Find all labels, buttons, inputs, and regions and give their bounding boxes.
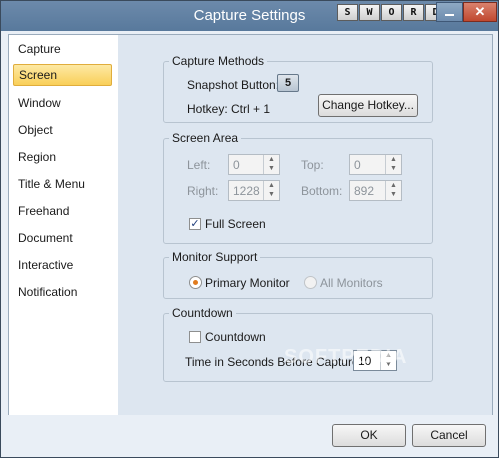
snapshot-key-button[interactable]: 5 xyxy=(277,74,299,92)
sidebar-item-title-menu[interactable]: Title & Menu xyxy=(13,173,112,195)
change-hotkey-button[interactable]: Change Hotkey... xyxy=(318,94,418,117)
ok-button[interactable]: OK xyxy=(332,424,406,447)
sword-button-s[interactable]: S xyxy=(337,4,358,21)
all-monitors-radio[interactable] xyxy=(304,276,317,289)
sidebar-item-interactive[interactable]: Interactive xyxy=(13,254,112,276)
right-value: 1228 xyxy=(233,184,260,198)
spin-up-icon[interactable]: ▲ xyxy=(264,181,279,190)
title-bar: Capture Settings S W O R D ✕ xyxy=(1,1,498,31)
spin-down-icon[interactable]: ▼ xyxy=(386,190,401,199)
sword-button-w[interactable]: W xyxy=(359,4,380,21)
top-label: Top: xyxy=(301,158,324,172)
top-spinbox[interactable]: 0 ▲ ▼ xyxy=(349,154,402,175)
countdown-checkbox[interactable] xyxy=(189,331,201,343)
sidebar-item-window[interactable]: Window xyxy=(13,92,112,114)
sidebar-item-notification[interactable]: Notification xyxy=(13,281,112,303)
sidebar-item-document[interactable]: Document xyxy=(13,227,112,249)
cancel-button-label: Cancel xyxy=(430,428,468,442)
left-spinbox[interactable]: 0 ▲ ▼ xyxy=(228,154,280,175)
capture-methods-title: Capture Methods xyxy=(169,54,268,68)
primary-monitor-radio[interactable] xyxy=(189,276,202,289)
all-monitors-label: All Monitors xyxy=(320,276,383,290)
dialog-footer: OK Cancel xyxy=(1,415,498,457)
close-icon: ✕ xyxy=(474,4,486,19)
right-label: Right: xyxy=(187,184,219,198)
screen-area-group: Screen Area Left: 0 ▲ ▼ Top: 0 ▲ ▼ Right: … xyxy=(163,131,433,244)
full-screen-checkbox[interactable]: ✓ xyxy=(189,218,201,230)
ok-button-label: OK xyxy=(360,428,378,442)
spin-down-icon[interactable]: ▼ xyxy=(386,164,401,173)
sidebar-item-region[interactable]: Region xyxy=(13,146,112,168)
screen-area-title: Screen Area xyxy=(169,131,242,145)
sidebar-item-capture[interactable]: Capture xyxy=(13,38,112,60)
sword-button-r[interactable]: R xyxy=(403,4,424,21)
sidebar-item-object[interactable]: Object xyxy=(13,119,112,141)
sidebar-item-freehand[interactable]: Freehand xyxy=(13,200,112,222)
checkmark-icon: ✓ xyxy=(190,218,200,230)
sword-button-o[interactable]: O xyxy=(381,4,402,21)
spin-up-icon[interactable]: ▲ xyxy=(264,155,279,164)
right-spinbox[interactable]: 1228 ▲ ▼ xyxy=(228,180,280,201)
countdown-label: Countdown xyxy=(205,330,266,344)
left-value: 0 xyxy=(233,158,240,172)
monitor-support-title: Monitor Support xyxy=(169,250,261,264)
top-value: 0 xyxy=(354,158,361,172)
left-label: Left: xyxy=(187,158,211,172)
softpedia-watermark: SOFTPEDIA xyxy=(284,346,408,368)
countdown-title: Countdown xyxy=(169,306,236,320)
close-button[interactable]: ✕ xyxy=(463,2,497,22)
settings-panel: Capture Methods Snapshot Button: 5 Hotke… xyxy=(118,34,493,417)
spin-down-icon[interactable]: ▼ xyxy=(264,164,279,173)
bottom-value: 892 xyxy=(354,184,375,198)
change-hotkey-button-label: Change Hotkey... xyxy=(322,98,414,112)
spin-up-icon[interactable]: ▲ xyxy=(386,155,401,164)
sidebar-item-screen[interactable]: Screen xyxy=(13,64,112,86)
capture-settings-window: Capture Settings S W O R D ✕ Capture Scr… xyxy=(0,0,499,458)
bottom-label: Bottom: xyxy=(301,184,343,198)
cancel-button[interactable]: Cancel xyxy=(412,424,486,447)
minimize-button[interactable] xyxy=(436,2,463,22)
capture-methods-group: Capture Methods Snapshot Button: 5 Hotke… xyxy=(163,54,433,123)
sword-buttons: S W O R D xyxy=(337,4,447,21)
primary-monitor-label: Primary Monitor xyxy=(205,276,290,290)
snapshot-button-label: Snapshot Button: xyxy=(187,78,280,92)
bottom-spinbox[interactable]: 892 ▲ ▼ xyxy=(349,180,402,201)
hotkey-label: Hotkey: Ctrl + 1 xyxy=(187,102,271,116)
settings-category-list: Capture Screen Window Object Region Titl… xyxy=(8,34,120,417)
monitor-support-group: Monitor Support Primary Monitor All Moni… xyxy=(163,250,433,299)
spin-down-icon[interactable]: ▼ xyxy=(264,190,279,199)
full-screen-label: Full Screen xyxy=(205,217,266,231)
spin-up-icon[interactable]: ▲ xyxy=(386,181,401,190)
